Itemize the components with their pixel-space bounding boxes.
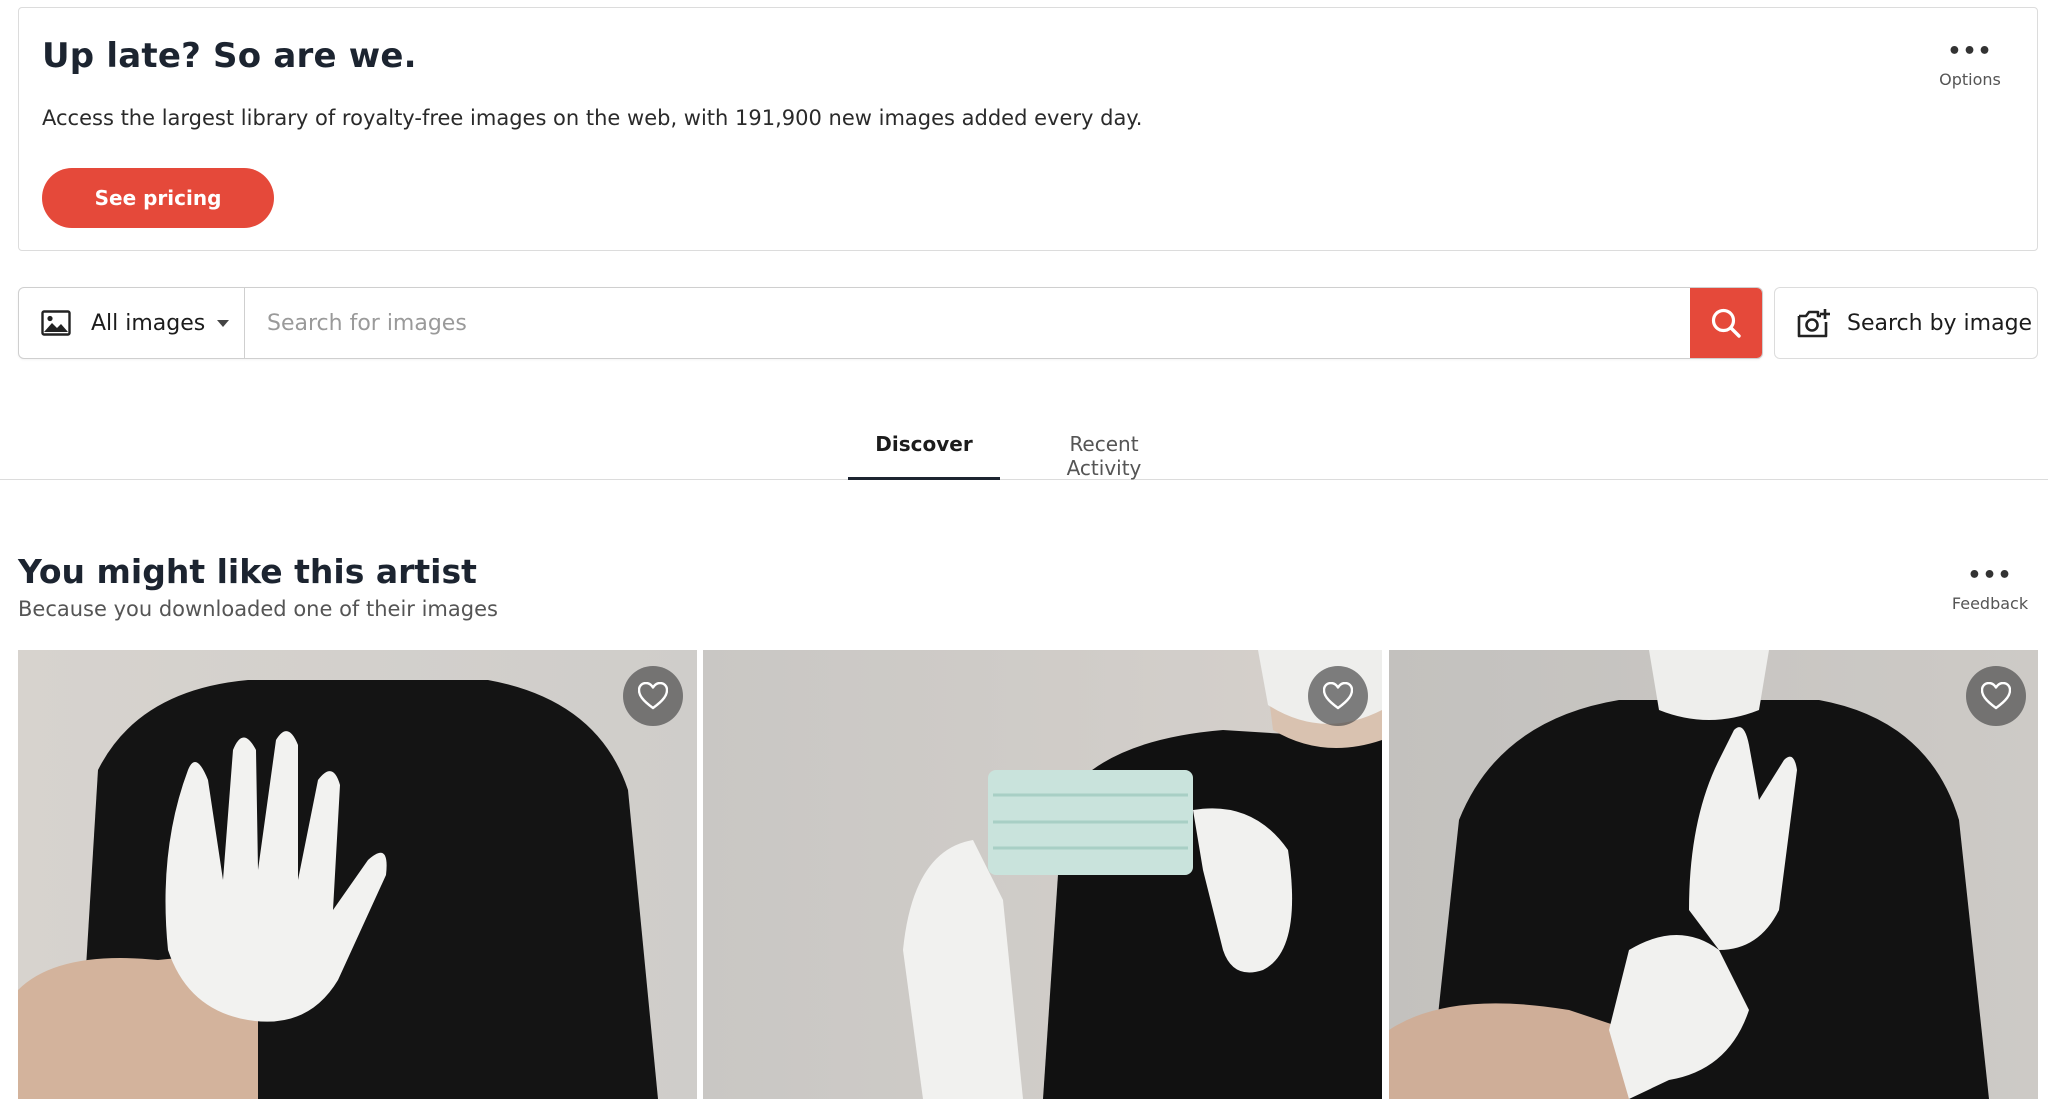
more-dots-icon: ••• xyxy=(1947,39,1993,64)
tab-recent-activity[interactable]: Recent Activity xyxy=(1030,432,1178,480)
image-card[interactable] xyxy=(18,650,697,1099)
see-pricing-button[interactable]: See pricing xyxy=(42,168,274,228)
search-bar: All images xyxy=(18,287,1763,359)
image-card[interactable] xyxy=(703,650,1382,1099)
search-by-image-label: Search by image xyxy=(1847,310,2033,336)
options-button[interactable]: ••• Options xyxy=(1925,39,2015,90)
chevron-down-icon xyxy=(217,319,230,327)
search-by-image-button[interactable]: Search by image xyxy=(1774,287,2038,359)
section-subtitle: Because you downloaded one of their imag… xyxy=(18,597,498,621)
tab-bar: Discover Recent Activity xyxy=(0,420,2048,480)
image-icon xyxy=(41,310,71,336)
image-card[interactable] xyxy=(1389,650,2038,1099)
feedback-button[interactable]: ••• Feedback xyxy=(1942,563,2038,614)
search-icon xyxy=(1711,308,1741,338)
favorite-button[interactable] xyxy=(1308,666,1368,726)
promo-banner: Up late? So are we. Access the largest l… xyxy=(18,7,2038,251)
photo-gloved-hand-stop xyxy=(18,650,697,1099)
search-input[interactable] xyxy=(245,288,1690,358)
heart-icon xyxy=(638,682,668,710)
heart-icon xyxy=(1981,682,2011,710)
photo-putting-on-gloves xyxy=(1389,650,2038,1099)
image-type-dropdown[interactable]: All images xyxy=(19,288,245,358)
section-title: You might like this artist xyxy=(18,552,477,591)
image-type-label: All images xyxy=(91,310,206,336)
promo-title: Up late? So are we. xyxy=(42,36,417,76)
tab-discover[interactable]: Discover xyxy=(848,432,1000,480)
options-label: Options xyxy=(1939,70,2001,89)
favorite-button[interactable] xyxy=(623,666,683,726)
promo-text: Access the largest library of royalty-fr… xyxy=(42,106,1143,130)
feedback-label: Feedback xyxy=(1951,594,2029,613)
search-button[interactable] xyxy=(1690,288,1762,358)
photo-holding-face-mask xyxy=(703,650,1382,1099)
heart-icon xyxy=(1323,682,1353,710)
favorite-button[interactable] xyxy=(1966,666,2026,726)
more-dots-icon: ••• xyxy=(1967,563,2013,588)
camera-plus-icon xyxy=(1797,309,1830,338)
